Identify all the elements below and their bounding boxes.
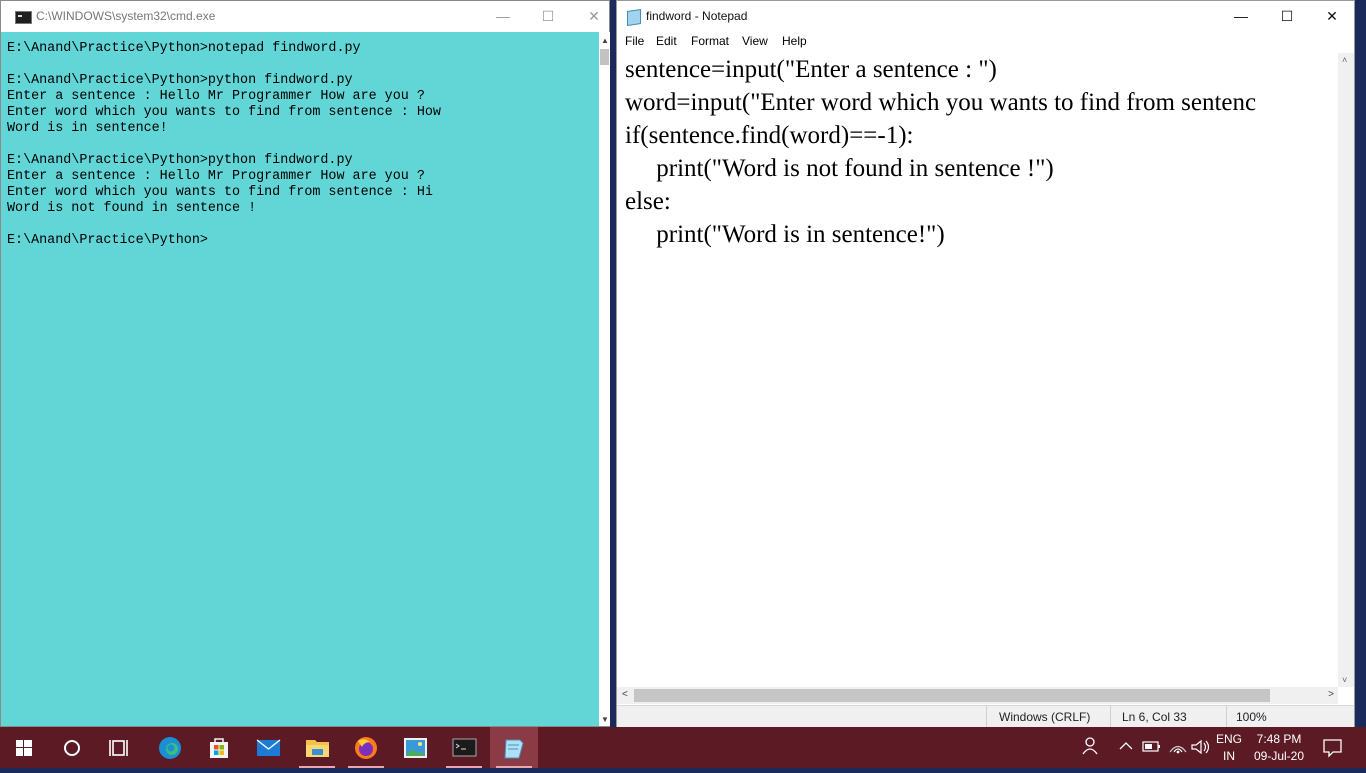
file-explorer-icon [306, 740, 329, 757]
notepad-text-editor[interactable]: sentence=input("Enter a sentence : ") wor… [625, 53, 1330, 687]
cortana-button[interactable] [48, 727, 96, 768]
status-divider [1110, 706, 1111, 728]
mail-button[interactable] [244, 727, 292, 768]
code-line: sentence=input("Enter a sentence : ") [625, 56, 997, 83]
firefox-icon [355, 737, 377, 759]
show-hidden-icons-chevron-icon[interactable] [1117, 737, 1135, 760]
console-line: E:\Anand\Practice\Python>python findword… [7, 153, 353, 168]
notepad-menubar: File Edit Format View Help [617, 32, 1354, 52]
status-divider [1226, 706, 1227, 728]
store-button[interactable] [195, 727, 243, 768]
cmd-app-icon [15, 11, 32, 24]
console-line: Enter word which you wants to find from … [7, 185, 433, 200]
battery-icon[interactable] [1142, 739, 1162, 760]
store-icon [210, 738, 228, 758]
menu-view[interactable]: View [742, 34, 768, 48]
wifi-icon[interactable] [1167, 736, 1189, 761]
notepad-taskbar-button[interactable] [490, 727, 538, 768]
console-line: Enter a sentence : Hello Mr Programmer H… [7, 89, 425, 104]
code-line: else: [625, 188, 671, 215]
cmd-minimize-button[interactable]: — [480, 1, 526, 32]
notepad-window[interactable]: findword - Notepad — ☐ ✕ File Edit Forma… [616, 0, 1355, 728]
task-view-icon [109, 740, 128, 756]
mail-icon [256, 739, 281, 756]
taskbar: ENG IN 7:48 PM 09-Jul-20 [0, 727, 1366, 768]
status-zoom: 100% [1236, 710, 1267, 724]
notepad-window-title: findword - Notepad [646, 9, 748, 23]
cmd-icon [452, 738, 477, 757]
people-icon[interactable] [1081, 735, 1103, 762]
scroll-up-arrow-icon[interactable]: ˄ [1342, 55, 1347, 65]
console-line: Enter a sentence : Hello Mr Programmer H… [7, 169, 425, 184]
language-indicator-top[interactable]: ENG [1212, 732, 1246, 746]
cmd-close-button[interactable]: ✕ [571, 1, 617, 32]
cmd-vertical-scrollbar[interactable]: ▲ ▼ [599, 32, 610, 726]
cmd-scroll-thumb[interactable] [600, 49, 609, 65]
notepad-icon [504, 739, 524, 759]
photos-icon [404, 738, 427, 758]
scroll-down-arrow-icon[interactable]: ▼ [601, 715, 609, 724]
notepad-hscroll-thumb[interactable] [634, 689, 1270, 702]
action-center-icon[interactable] [1322, 737, 1344, 764]
cortana-search-icon [64, 740, 80, 756]
task-view-button[interactable] [96, 727, 144, 768]
console-line: E:\Anand\Practice\Python> [7, 233, 208, 248]
notepad-minimize-button[interactable]: — [1218, 1, 1264, 32]
clock-time[interactable]: 7:48 PM [1250, 732, 1308, 746]
cmd-titlebar[interactable]: C:\WINDOWS\system32\cmd.exe — ☐ ✕ [1, 1, 609, 32]
status-cursor-position: Ln 6, Col 33 [1122, 710, 1187, 724]
code-line: if(sentence.find(word)==-1): [625, 122, 914, 149]
menu-file[interactable]: File [625, 34, 644, 48]
cmd-console-output[interactable]: E:\Anand\Practice\Python>notepad findwor… [7, 41, 597, 721]
scroll-left-arrow-icon[interactable]: < [622, 689, 628, 700]
console-line: Word is not found in sentence ! [7, 201, 257, 216]
console-line: Word is in sentence! [7, 121, 168, 136]
notepad-vertical-scrollbar[interactable]: ˄ ˅ [1338, 53, 1354, 687]
status-divider [986, 706, 987, 728]
code-line: print("Word is in sentence!") [625, 221, 945, 248]
code-line: word=input("Enter word which you wants t… [625, 89, 1257, 116]
clock-date[interactable]: 09-Jul-20 [1250, 749, 1308, 763]
menu-edit[interactable]: Edit [656, 34, 677, 48]
console-line: E:\Anand\Practice\Python>python findword… [7, 73, 353, 88]
menu-format[interactable]: Format [691, 34, 729, 48]
notepad-titlebar[interactable]: findword - Notepad — ☐ ✕ [617, 1, 1354, 32]
cmd-maximize-button[interactable]: ☐ [525, 1, 571, 32]
cmd-window-title: C:\WINDOWS\system32\cmd.exe [36, 9, 216, 23]
start-button[interactable] [0, 727, 48, 768]
menu-help[interactable]: Help [782, 34, 807, 48]
scroll-up-arrow-icon[interactable]: ▲ [601, 36, 609, 45]
notepad-statusbar: Windows (CRLF) Ln 6, Col 33 100% [617, 705, 1354, 728]
code-line: print("Word is not found in sentence !") [625, 155, 1054, 182]
notepad-horizontal-scrollbar[interactable]: < > [617, 687, 1338, 704]
console-line: E:\Anand\Practice\Python>notepad findwor… [7, 41, 361, 56]
status-encoding: Windows (CRLF) [999, 710, 1091, 724]
notepad-close-button[interactable]: ✕ [1309, 1, 1355, 32]
cmd-window[interactable]: C:\WINDOWS\system32\cmd.exe — ☐ ✕ E:\Ana… [0, 0, 610, 727]
firefox-button[interactable] [342, 727, 390, 768]
cmd-taskbar-button[interactable] [440, 727, 488, 768]
scroll-down-arrow-icon[interactable]: ˅ [1342, 675, 1347, 685]
edge-icon [159, 737, 181, 759]
volume-icon[interactable] [1190, 737, 1212, 762]
console-line: Enter word which you wants to find from … [7, 105, 441, 120]
file-explorer-button[interactable] [293, 727, 341, 768]
notepad-maximize-button[interactable]: ☐ [1264, 1, 1310, 32]
notepad-app-icon [627, 9, 641, 26]
edge-button[interactable] [146, 727, 194, 768]
photos-button[interactable] [391, 727, 439, 768]
start-icon [16, 740, 32, 756]
scroll-right-arrow-icon[interactable]: > [1328, 689, 1334, 700]
language-indicator-bottom[interactable]: IN [1212, 749, 1246, 763]
